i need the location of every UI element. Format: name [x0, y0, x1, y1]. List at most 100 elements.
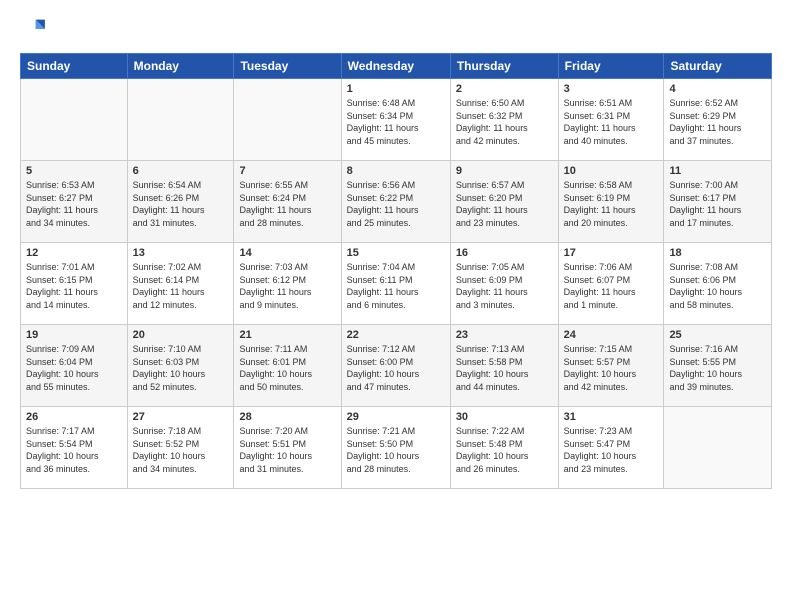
day-number: 10 [564, 165, 659, 177]
day-number: 27 [133, 411, 229, 423]
day-info: Sunrise: 6:52 AM Sunset: 6:29 PM Dayligh… [669, 97, 766, 147]
day-info: Sunrise: 7:01 AM Sunset: 6:15 PM Dayligh… [26, 261, 122, 311]
calendar-cell [127, 79, 234, 161]
day-number: 19 [26, 329, 122, 341]
calendar-cell: 20Sunrise: 7:10 AM Sunset: 6:03 PM Dayli… [127, 325, 234, 407]
calendar-cell: 16Sunrise: 7:05 AM Sunset: 6:09 PM Dayli… [450, 243, 558, 325]
day-number: 12 [26, 247, 122, 259]
day-info: Sunrise: 7:15 AM Sunset: 5:57 PM Dayligh… [564, 343, 659, 393]
day-info: Sunrise: 7:03 AM Sunset: 6:12 PM Dayligh… [239, 261, 335, 311]
day-info: Sunrise: 7:18 AM Sunset: 5:52 PM Dayligh… [133, 425, 229, 475]
day-info: Sunrise: 7:21 AM Sunset: 5:50 PM Dayligh… [347, 425, 445, 475]
day-number: 26 [26, 411, 122, 423]
day-info: Sunrise: 7:20 AM Sunset: 5:51 PM Dayligh… [239, 425, 335, 475]
calendar-cell: 11 Sunrise: 7:00 AM Sunset: 6:17 PM Dayli… [664, 161, 772, 243]
day-number: 18 [669, 247, 766, 259]
header [20, 15, 772, 43]
logo-icon [20, 15, 48, 43]
calendar-cell: 3Sunrise: 6:51 AM Sunset: 6:31 PM Daylig… [558, 79, 664, 161]
calendar-week-row: 26 Sunrise: 7:17 AM Sunset: 5:54 PM Dayli… [21, 407, 772, 489]
day-info: Sunrise: 7:12 AM Sunset: 6:00 PM Dayligh… [347, 343, 445, 393]
calendar-cell: 18Sunrise: 7:08 AM Sunset: 6:06 PM Dayli… [664, 243, 772, 325]
day-info: Sunrise: 7:09 AM Sunset: 6:04 PM Dayligh… [26, 343, 122, 393]
calendar-cell: 9 Sunrise: 6:57 AM Sunset: 6:20 PM Daylig… [450, 161, 558, 243]
calendar-cell: 6Sunrise: 6:54 AM Sunset: 6:26 PM Daylig… [127, 161, 234, 243]
calendar-cell: 29 Sunrise: 7:21 AM Sunset: 5:50 PM Dayli… [341, 407, 450, 489]
day-info: Sunrise: 7:23 AM Sunset: 5:47 PM Dayligh… [564, 425, 659, 475]
calendar-cell: 26 Sunrise: 7:17 AM Sunset: 5:54 PM Dayli… [21, 407, 128, 489]
day-number: 4 [669, 83, 766, 95]
day-number: 1 [347, 83, 445, 95]
calendar-cell: 12 Sunrise: 7:01 AM Sunset: 6:15 PM Dayli… [21, 243, 128, 325]
day-number: 11 [669, 165, 766, 177]
day-info: Sunrise: 7:16 AM Sunset: 5:55 PM Dayligh… [669, 343, 766, 393]
day-number: 17 [564, 247, 659, 259]
calendar-cell: 13 Sunrise: 7:02 AM Sunset: 6:14 PM Dayli… [127, 243, 234, 325]
logo [20, 15, 52, 43]
calendar-cell: 25 Sunrise: 7:16 AM Sunset: 5:55 PM Dayli… [664, 325, 772, 407]
calendar-week-row: 5 Sunrise: 6:53 AM Sunset: 6:27 PM Daylig… [21, 161, 772, 243]
calendar-cell: 14 Sunrise: 7:03 AM Sunset: 6:12 PM Dayli… [234, 243, 341, 325]
day-info: Sunrise: 7:22 AM Sunset: 5:48 PM Dayligh… [456, 425, 553, 475]
day-info: Sunrise: 7:05 AM Sunset: 6:09 PM Dayligh… [456, 261, 553, 311]
calendar-cell: 31 Sunrise: 7:23 AM Sunset: 5:47 PM Dayli… [558, 407, 664, 489]
calendar-cell: 17 Sunrise: 7:06 AM Sunset: 6:07 PM Dayli… [558, 243, 664, 325]
day-header-monday: Monday [127, 54, 234, 79]
day-info: Sunrise: 7:17 AM Sunset: 5:54 PM Dayligh… [26, 425, 122, 475]
day-info: Sunrise: 6:57 AM Sunset: 6:20 PM Dayligh… [456, 179, 553, 229]
day-info: Sunrise: 7:13 AM Sunset: 5:58 PM Dayligh… [456, 343, 553, 393]
calendar-cell: 21 Sunrise: 7:11 AM Sunset: 6:01 PM Dayli… [234, 325, 341, 407]
day-info: Sunrise: 7:02 AM Sunset: 6:14 PM Dayligh… [133, 261, 229, 311]
calendar-cell: 22Sunrise: 7:12 AM Sunset: 6:00 PM Dayli… [341, 325, 450, 407]
calendar-cell: 5 Sunrise: 6:53 AM Sunset: 6:27 PM Daylig… [21, 161, 128, 243]
day-header-saturday: Saturday [664, 54, 772, 79]
day-header-tuesday: Tuesday [234, 54, 341, 79]
day-info: Sunrise: 7:06 AM Sunset: 6:07 PM Dayligh… [564, 261, 659, 311]
day-info: Sunrise: 6:50 AM Sunset: 6:32 PM Dayligh… [456, 97, 553, 147]
day-number: 9 [456, 165, 553, 177]
calendar-cell: 27 Sunrise: 7:18 AM Sunset: 5:52 PM Dayli… [127, 407, 234, 489]
day-number: 28 [239, 411, 335, 423]
calendar-week-row: 12 Sunrise: 7:01 AM Sunset: 6:15 PM Dayli… [21, 243, 772, 325]
day-number: 8 [347, 165, 445, 177]
day-info: Sunrise: 6:56 AM Sunset: 6:22 PM Dayligh… [347, 179, 445, 229]
page: SundayMondayTuesdayWednesdayThursdayFrid… [0, 0, 792, 612]
calendar-cell [21, 79, 128, 161]
calendar-week-row: 1Sunrise: 6:48 AM Sunset: 6:34 PM Daylig… [21, 79, 772, 161]
calendar-cell: 7 Sunrise: 6:55 AM Sunset: 6:24 PM Daylig… [234, 161, 341, 243]
calendar-cell [234, 79, 341, 161]
calendar-cell: 23 Sunrise: 7:13 AM Sunset: 5:58 PM Dayli… [450, 325, 558, 407]
day-number: 30 [456, 411, 553, 423]
day-number: 20 [133, 329, 229, 341]
day-number: 29 [347, 411, 445, 423]
day-header-wednesday: Wednesday [341, 54, 450, 79]
day-info: Sunrise: 7:00 AM Sunset: 6:17 PM Dayligh… [669, 179, 766, 229]
day-info: Sunrise: 6:58 AM Sunset: 6:19 PM Dayligh… [564, 179, 659, 229]
day-info: Sunrise: 7:11 AM Sunset: 6:01 PM Dayligh… [239, 343, 335, 393]
calendar: SundayMondayTuesdayWednesdayThursdayFrid… [20, 53, 772, 489]
day-info: Sunrise: 6:54 AM Sunset: 6:26 PM Dayligh… [133, 179, 229, 229]
day-number: 3 [564, 83, 659, 95]
day-number: 21 [239, 329, 335, 341]
day-number: 23 [456, 329, 553, 341]
day-number: 25 [669, 329, 766, 341]
calendar-cell: 1Sunrise: 6:48 AM Sunset: 6:34 PM Daylig… [341, 79, 450, 161]
day-number: 7 [239, 165, 335, 177]
day-number: 31 [564, 411, 659, 423]
calendar-cell: 8 Sunrise: 6:56 AM Sunset: 6:22 PM Daylig… [341, 161, 450, 243]
day-info: Sunrise: 6:55 AM Sunset: 6:24 PM Dayligh… [239, 179, 335, 229]
day-header-friday: Friday [558, 54, 664, 79]
day-info: Sunrise: 7:04 AM Sunset: 6:11 PM Dayligh… [347, 261, 445, 311]
day-number: 5 [26, 165, 122, 177]
day-info: Sunrise: 6:53 AM Sunset: 6:27 PM Dayligh… [26, 179, 122, 229]
calendar-header-row: SundayMondayTuesdayWednesdayThursdayFrid… [21, 54, 772, 79]
calendar-cell: 15Sunrise: 7:04 AM Sunset: 6:11 PM Dayli… [341, 243, 450, 325]
day-number: 14 [239, 247, 335, 259]
calendar-cell: 30 Sunrise: 7:22 AM Sunset: 5:48 PM Dayli… [450, 407, 558, 489]
day-header-sunday: Sunday [21, 54, 128, 79]
calendar-week-row: 19 Sunrise: 7:09 AM Sunset: 6:04 PM Dayli… [21, 325, 772, 407]
day-number: 24 [564, 329, 659, 341]
day-number: 13 [133, 247, 229, 259]
calendar-cell: 28 Sunrise: 7:20 AM Sunset: 5:51 PM Dayli… [234, 407, 341, 489]
day-header-thursday: Thursday [450, 54, 558, 79]
